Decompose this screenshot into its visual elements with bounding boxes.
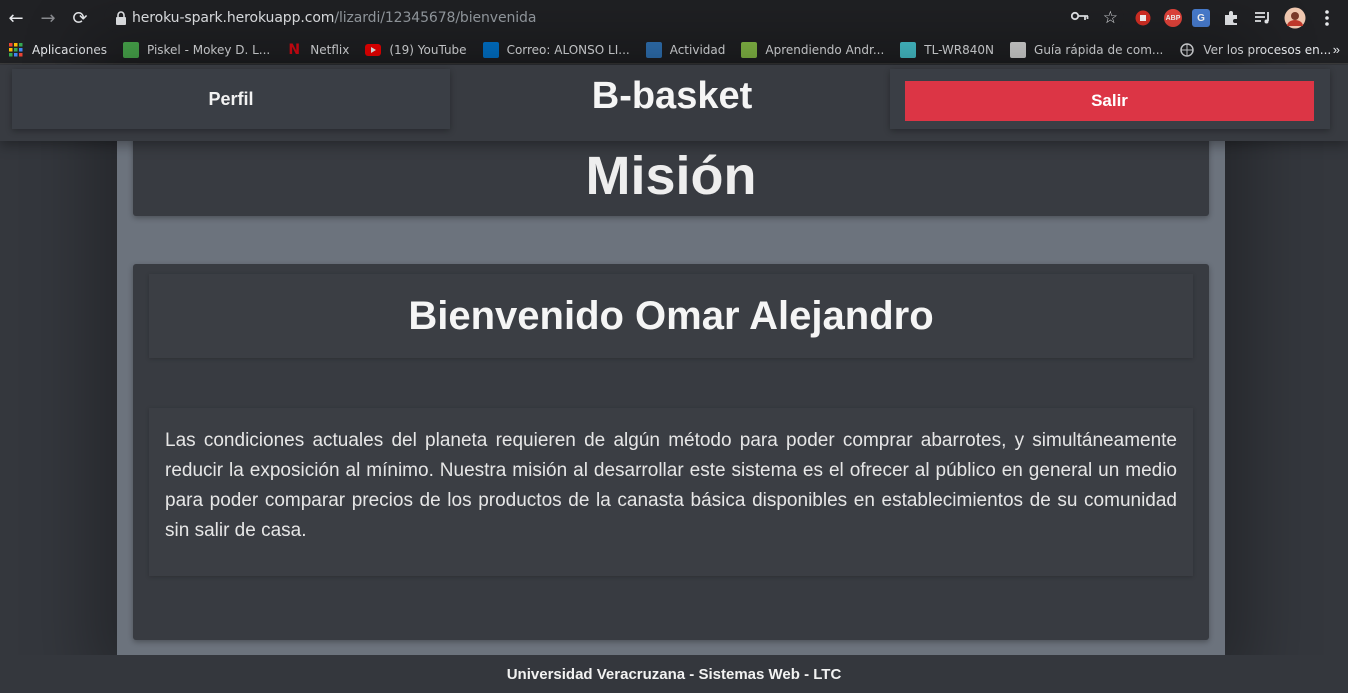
bookmark-actividad[interactable]: Actividad [645, 41, 726, 58]
translate-icon[interactable]: G [1192, 9, 1210, 27]
avatar[interactable] [1284, 7, 1306, 29]
footer: Universidad Veracruzana - Sistemas Web -… [0, 655, 1348, 693]
mision-card: Misión [133, 135, 1209, 216]
bookmark-netflix[interactable]: N Netflix [286, 42, 349, 58]
globe-icon [1179, 42, 1195, 58]
outlook-icon [482, 41, 499, 58]
netflix-icon: N [288, 41, 301, 58]
bookmark-android[interactable]: Aprendiendo Andr... [741, 41, 885, 58]
bookmark-label: Ver los procesos en... [1203, 42, 1332, 57]
youtube-icon [365, 42, 382, 58]
media-icon[interactable] [1252, 7, 1274, 29]
welcome-heading: Bienvenido Omar Alejandro [408, 293, 934, 338]
bookmark-label: TL-WR840N [924, 42, 995, 57]
site-header: Perfil B-basket Salir [0, 65, 1348, 141]
bookmark-label: Correo: ALONSO LI... [506, 42, 630, 57]
apps-grid-icon [8, 42, 24, 58]
bookmark-label: Aplicaciones [32, 42, 107, 57]
url-text[interactable]: heroku-spark.herokuapp.com/lizardi/12345… [132, 10, 536, 26]
bookmark-aplicaciones[interactable]: Aplicaciones [8, 42, 107, 58]
back-button[interactable]: ← [0, 0, 32, 36]
salir-button[interactable]: Salir [905, 81, 1314, 121]
page: Perfil B-basket Salir Misión Bienvenido … [0, 65, 1348, 693]
tplink-icon [900, 41, 917, 58]
menu-dots-icon[interactable] [1316, 7, 1338, 29]
bookmark-label: Aprendiendo Andr... [765, 42, 885, 57]
reload-button[interactable]: ⟳ [64, 0, 96, 36]
bookmark-label: Guía rápida de com... [1034, 42, 1164, 57]
bookmark-label: Piskel - Mokey D. L... [146, 42, 271, 57]
bookmark-procesos[interactable]: Ver los procesos en... [1179, 42, 1331, 58]
android-icon [741, 41, 758, 58]
edge-icon [645, 41, 662, 58]
document-icon [1010, 41, 1027, 58]
salir-container: Salir [890, 69, 1330, 129]
bookmark-guia[interactable]: Guía rápida de com... [1010, 41, 1164, 58]
mission-text: Las condiciones actuales del planeta req… [165, 430, 1177, 541]
translate-icon-label: G [1197, 12, 1205, 24]
bookmark-label: (19) YouTube [389, 42, 467, 57]
mision-title: Misión [585, 146, 757, 206]
mission-text-box: Las condiciones actuales del planeta req… [149, 408, 1193, 576]
forward-button[interactable]: → [32, 0, 64, 36]
bookmarks-bar: Aplicaciones Piskel - Mokey D. L... N Netfl… [0, 36, 1348, 64]
stop-icon[interactable] [1132, 7, 1154, 29]
bookmark-label: Actividad [669, 42, 726, 57]
footer-text: Universidad Veracruzana - Sistemas Web -… [506, 665, 842, 683]
key-icon[interactable] [1070, 9, 1089, 27]
piskel-icon [122, 41, 139, 58]
lock-icon [110, 11, 132, 25]
address-bar[interactable]: heroku-spark.herokuapp.com/lizardi/12345… [104, 3, 1124, 33]
bookmark-piskel[interactable]: Piskel - Mokey D. L... [122, 41, 271, 58]
brand-title: B-basket [591, 75, 753, 117]
perfil-link[interactable]: Perfil [12, 69, 450, 129]
browser-toolbar: ← → ⟳ heroku-spark.herokuapp.com/lizardi… [0, 0, 1348, 36]
bookmark-correo[interactable]: Correo: ALONSO LI... [482, 41, 630, 58]
bookmark-youtube[interactable]: (19) YouTube [365, 42, 467, 58]
bookmark-router[interactable]: TL-WR840N [900, 41, 995, 58]
content-card: Bienvenido Omar Alejandro Las condicione… [133, 264, 1209, 640]
bookmark-label: Netflix [310, 42, 350, 57]
adblock-icon[interactable]: ABP [1164, 9, 1182, 27]
more-bookmarks-icon[interactable]: » [1333, 42, 1340, 57]
welcome-box: Bienvenido Omar Alejandro [149, 274, 1193, 358]
adblock-icon-label: ABP [1165, 14, 1181, 22]
star-icon[interactable]: ☆ [1103, 8, 1118, 28]
puzzle-icon[interactable] [1220, 7, 1242, 29]
